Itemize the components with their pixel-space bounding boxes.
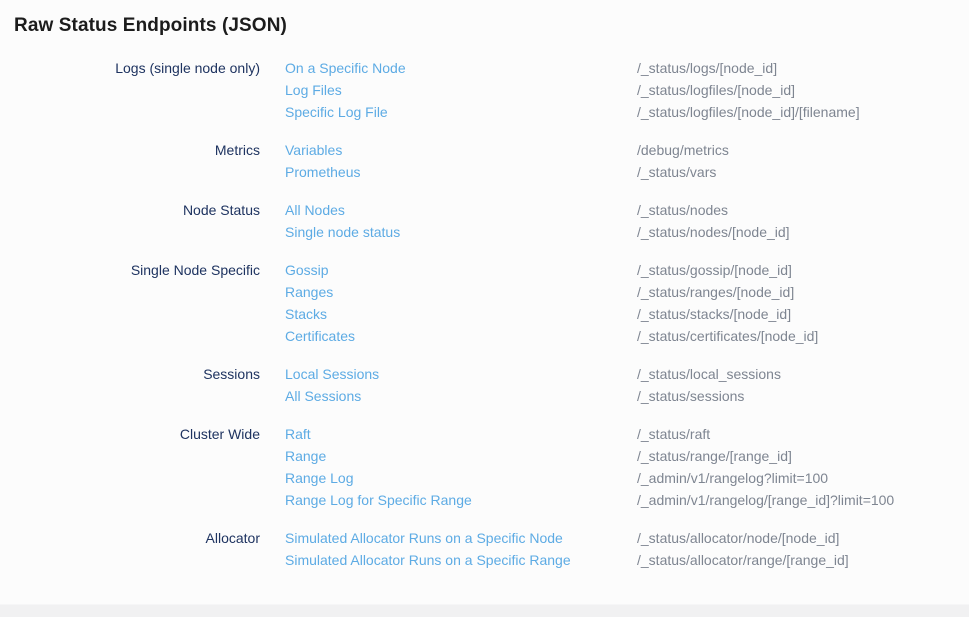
endpoint-link[interactable]: Variables xyxy=(285,139,637,161)
endpoint-path: /_admin/v1/rangelog/[range_id]?limit=100 xyxy=(637,489,969,511)
endpoint-group: Logs (single node only)On a Specific Nod… xyxy=(0,57,969,123)
endpoint-links-column: RaftRangeRange LogRange Log for Specific… xyxy=(260,423,637,511)
category-label: Sessions xyxy=(0,363,260,385)
endpoint-path: /_status/certificates/[node_id] xyxy=(637,325,969,347)
endpoint-path: /_status/local_sessions xyxy=(637,363,969,385)
endpoint-path: /_admin/v1/rangelog?limit=100 xyxy=(637,467,969,489)
category-label: Metrics xyxy=(0,139,260,161)
endpoint-group: Node StatusAll NodesSingle node status/_… xyxy=(0,199,969,243)
endpoint-link[interactable]: Ranges xyxy=(285,281,637,303)
endpoint-link[interactable]: All Nodes xyxy=(285,199,637,221)
endpoint-links-column: Local SessionsAll Sessions xyxy=(260,363,637,407)
endpoint-group: MetricsVariablesPrometheus/debug/metrics… xyxy=(0,139,969,183)
endpoints-table: Logs (single node only)On a Specific Nod… xyxy=(0,57,969,571)
footer-bar xyxy=(0,604,969,617)
endpoint-path: /_status/allocator/node/[node_id] xyxy=(637,527,969,549)
endpoint-path: /_status/ranges/[node_id] xyxy=(637,281,969,303)
endpoint-group: Cluster WideRaftRangeRange LogRange Log … xyxy=(0,423,969,511)
endpoint-path: /_status/allocator/range/[range_id] xyxy=(637,549,969,571)
endpoint-link[interactable]: Range Log for Specific Range xyxy=(285,489,637,511)
endpoint-path: /debug/metrics xyxy=(637,139,969,161)
endpoint-path: /_status/raft xyxy=(637,423,969,445)
category-label: Logs (single node only) xyxy=(0,57,260,79)
endpoint-paths-column: /_status/nodes/_status/nodes/[node_id] xyxy=(637,199,969,243)
endpoint-link[interactable]: Range xyxy=(285,445,637,467)
endpoint-links-column: GossipRangesStacksCertificates xyxy=(260,259,637,347)
category-label: Cluster Wide xyxy=(0,423,260,445)
endpoint-link[interactable]: All Sessions xyxy=(285,385,637,407)
endpoint-paths-column: /_status/allocator/node/[node_id]/_statu… xyxy=(637,527,969,571)
endpoint-path: /_status/logfiles/[node_id] xyxy=(637,79,969,101)
endpoint-link[interactable]: Certificates xyxy=(285,325,637,347)
endpoint-paths-column: /_status/local_sessions/_status/sessions xyxy=(637,363,969,407)
endpoint-link[interactable]: Specific Log File xyxy=(285,101,637,123)
endpoint-path: /_status/vars xyxy=(637,161,969,183)
endpoint-path: /_status/logs/[node_id] xyxy=(637,57,969,79)
endpoint-path: /_status/sessions xyxy=(637,385,969,407)
endpoint-group: SessionsLocal SessionsAll Sessions/_stat… xyxy=(0,363,969,407)
endpoint-link[interactable]: Range Log xyxy=(285,467,637,489)
endpoint-paths-column: /_status/gossip/[node_id]/_status/ranges… xyxy=(637,259,969,347)
endpoint-paths-column: /_status/logs/[node_id]/_status/logfiles… xyxy=(637,57,969,123)
category-label: Node Status xyxy=(0,199,260,221)
endpoint-path: /_status/range/[range_id] xyxy=(637,445,969,467)
debug-endpoints-page: { "page": { "title": "Raw Status Endpoin… xyxy=(0,14,969,617)
category-label: Allocator xyxy=(0,527,260,549)
endpoint-links-column: All NodesSingle node status xyxy=(260,199,637,243)
endpoint-paths-column: /debug/metrics/_status/vars xyxy=(637,139,969,183)
endpoint-path: /_status/nodes/[node_id] xyxy=(637,221,969,243)
endpoint-links-column: VariablesPrometheus xyxy=(260,139,637,183)
endpoint-path: /_status/gossip/[node_id] xyxy=(637,259,969,281)
endpoint-link[interactable]: Stacks xyxy=(285,303,637,325)
category-label: Single Node Specific xyxy=(0,259,260,281)
endpoint-group: Allocator Simulated Allocator Runs on a S… xyxy=(0,527,969,571)
endpoint-link[interactable]: Single node status xyxy=(285,221,637,243)
endpoint-link[interactable]: Log Files xyxy=(285,79,637,101)
endpoint-link[interactable]: Gossip xyxy=(285,259,637,281)
endpoint-path: /_status/stacks/[node_id] xyxy=(637,303,969,325)
endpoint-link[interactable]: Simulated Allocator Runs on a Specific N… xyxy=(285,527,637,549)
endpoint-link[interactable]: Local Sessions xyxy=(285,363,637,385)
endpoint-path: /_status/nodes xyxy=(637,199,969,221)
page-title: Raw Status Endpoints (JSON) xyxy=(14,14,969,38)
endpoint-link[interactable]: Prometheus xyxy=(285,161,637,183)
endpoint-links-column: On a Specific NodeLog FilesSpecific Log … xyxy=(260,57,637,123)
endpoint-links-column: Simulated Allocator Runs on a Specific N… xyxy=(260,527,637,571)
endpoint-path: /_status/logfiles/[node_id]/[filename] xyxy=(637,101,969,123)
endpoint-link[interactable]: On a Specific Node xyxy=(285,57,637,79)
endpoint-paths-column: /_status/raft/_status/range/[range_id]/_… xyxy=(637,423,969,511)
endpoint-link[interactable]: Raft xyxy=(285,423,637,445)
endpoint-group: Single Node SpecificGossipRangesStacksCe… xyxy=(0,259,969,347)
endpoint-link[interactable]: Simulated Allocator Runs on a Specific R… xyxy=(285,549,637,571)
